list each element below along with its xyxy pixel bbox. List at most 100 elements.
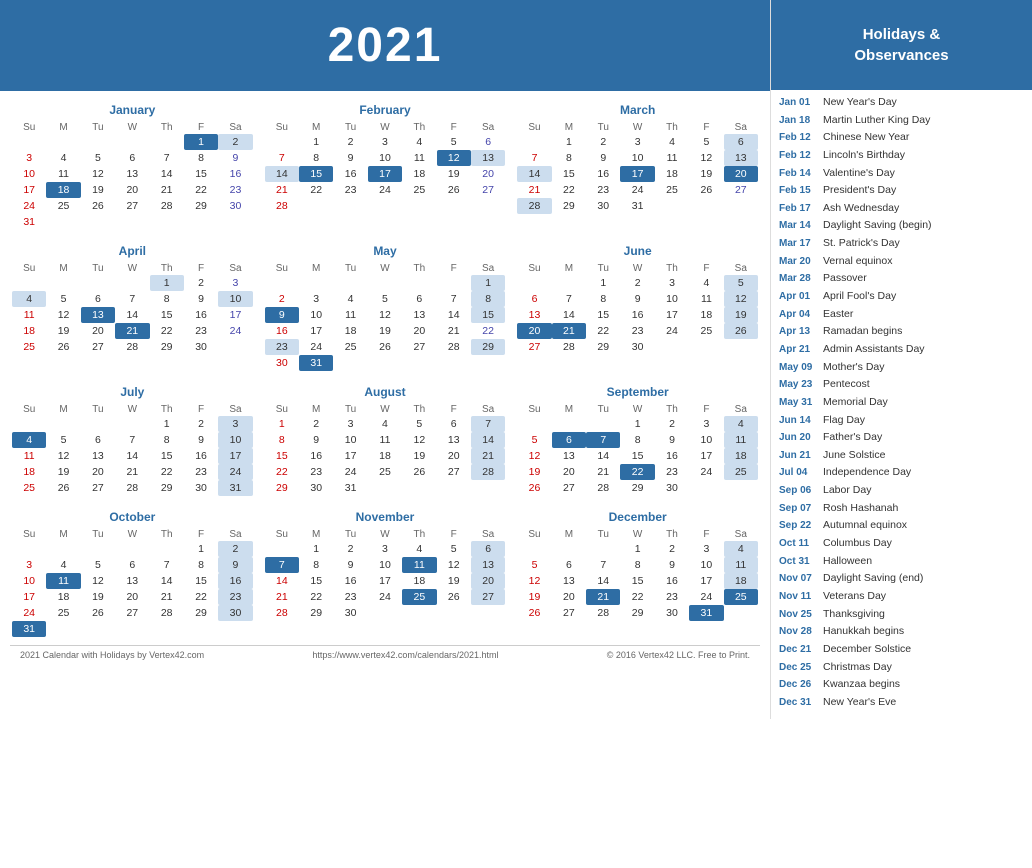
calendar-day: 17	[368, 166, 402, 182]
day-header: Th	[150, 403, 184, 416]
calendar-day: 23	[620, 323, 654, 339]
calendar-day: 1	[552, 134, 586, 150]
holiday-date: Apr 04	[779, 308, 823, 321]
holiday-name: Ash Wednesday	[823, 202, 899, 216]
calendar-day: 7	[150, 557, 184, 573]
month-name: September	[517, 385, 758, 399]
calendar-day: 17	[218, 448, 252, 464]
holiday-item: Dec 21December Solstice	[779, 643, 1024, 657]
holiday-date: Nov 28	[779, 625, 823, 638]
calendar-day: 23	[265, 339, 299, 355]
calendar-day: 27	[81, 480, 115, 496]
holiday-date: Jan 18	[779, 114, 823, 127]
day-header: F	[437, 528, 471, 541]
holiday-name: Daylight Saving (end)	[823, 572, 923, 586]
calendar-day: 22	[265, 464, 299, 480]
calendar-day: 21	[115, 323, 149, 339]
calendar-day: 2	[218, 541, 252, 557]
day-header: Tu	[586, 262, 620, 275]
calendar-day	[471, 480, 505, 496]
calendar-day: 24	[218, 323, 252, 339]
calendar-day: 30	[265, 355, 299, 371]
holiday-date: Jan 01	[779, 96, 823, 109]
calendar-day: 1	[586, 275, 620, 291]
calendar-day: 8	[150, 432, 184, 448]
holiday-date: Dec 25	[779, 661, 823, 674]
holiday-item: Dec 31New Year's Eve	[779, 696, 1024, 710]
calendar-day: 22	[552, 182, 586, 198]
calendar-day: 24	[689, 464, 723, 480]
calendar-day: 6	[724, 134, 758, 150]
month-name: February	[265, 103, 506, 117]
calendar-day: 14	[150, 166, 184, 182]
holiday-date: Feb 17	[779, 202, 823, 215]
calendar-day: 19	[517, 589, 551, 605]
calendar-day	[517, 541, 551, 557]
calendar-day: 13	[402, 307, 436, 323]
calendar-day	[46, 134, 80, 150]
calendar-day: 22	[299, 589, 333, 605]
holiday-date: Apr 21	[779, 343, 823, 356]
calendar-day	[724, 480, 758, 496]
calendar-day: 1	[299, 541, 333, 557]
calendar-day: 21	[437, 323, 471, 339]
calendar-day: 10	[299, 307, 333, 323]
calendar-day: 10	[12, 573, 46, 589]
month-name: August	[265, 385, 506, 399]
calendar-day: 18	[402, 166, 436, 182]
calendar-day: 18	[46, 589, 80, 605]
calendar-day	[115, 275, 149, 291]
calendar-day: 19	[724, 307, 758, 323]
calendar-day: 8	[471, 291, 505, 307]
calendar-day	[368, 480, 402, 496]
calendar-day: 11	[402, 150, 436, 166]
calendar-day	[586, 416, 620, 432]
calendar-day: 30	[333, 605, 367, 621]
calendar-table: SuMTuWThFSa12345678910111213141516171819…	[517, 528, 758, 621]
month-october: OctoberSuMTuWThFSa1234567891011121314151…	[10, 506, 255, 641]
calendar-day: 13	[517, 307, 551, 323]
calendar-day	[150, 621, 184, 637]
calendar-day: 13	[437, 432, 471, 448]
calendar-day: 29	[620, 480, 654, 496]
calendar-day: 17	[620, 166, 654, 182]
calendar-day	[265, 275, 299, 291]
calendar-table: SuMTuWThFSa12345678910111213141516171819…	[265, 403, 506, 496]
calendar-day	[81, 621, 115, 637]
calendar-day: 3	[12, 557, 46, 573]
calendar-day: 17	[218, 307, 252, 323]
day-header: M	[46, 528, 80, 541]
holiday-name: Ramadan begins	[823, 325, 902, 339]
calendar-day: 29	[586, 339, 620, 355]
calendar-day: 16	[333, 166, 367, 182]
calendar-day: 7	[115, 291, 149, 307]
calendar-day: 22	[471, 323, 505, 339]
calendar-day: 13	[115, 166, 149, 182]
month-name: January	[12, 103, 253, 117]
calendar-day: 26	[724, 323, 758, 339]
calendar-day: 29	[184, 605, 218, 621]
holiday-name: Easter	[823, 308, 853, 322]
calendar-day: 29	[184, 198, 218, 214]
month-february: FebruarySuMTuWThFSa123456789101112131415…	[263, 99, 508, 234]
holiday-item: Mar 20Vernal equinox	[779, 255, 1024, 269]
calendar-day: 4	[333, 291, 367, 307]
calendar-day: 1	[265, 416, 299, 432]
calendar-day: 31	[218, 480, 252, 496]
holiday-item: Nov 11Veterans Day	[779, 590, 1024, 604]
calendar-day	[81, 541, 115, 557]
footer-left: 2021 Calendar with Holidays by Vertex42.…	[20, 650, 204, 660]
calendar-day: 17	[689, 573, 723, 589]
calendar-day: 2	[218, 134, 252, 150]
calendar-day: 3	[218, 416, 252, 432]
calendar-day: 12	[402, 432, 436, 448]
day-header: Su	[12, 121, 46, 134]
calendar-day: 20	[471, 166, 505, 182]
calendar-day: 15	[265, 448, 299, 464]
month-january: JanuarySuMTuWThFSa1234567891011121314151…	[10, 99, 255, 234]
month-may: MaySuMTuWThFSa12345678910111213141516171…	[263, 240, 508, 375]
calendar-day: 31	[299, 355, 333, 371]
calendar-day: 16	[655, 573, 689, 589]
day-header: M	[299, 403, 333, 416]
calendar-day: 1	[150, 416, 184, 432]
